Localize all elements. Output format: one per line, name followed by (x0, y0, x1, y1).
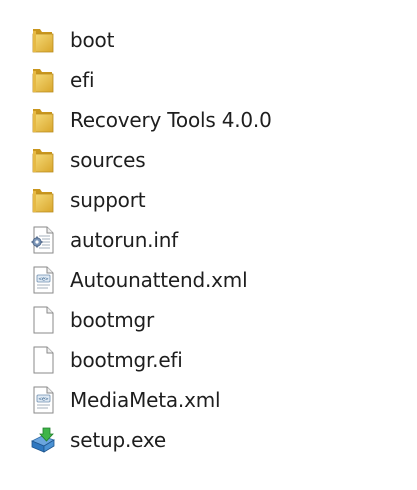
settings-file-icon (30, 225, 56, 255)
file-name: MediaMeta.xml (70, 388, 221, 412)
svg-text:<e>: <e> (39, 397, 50, 403)
file-item-autounattend-xml[interactable]: <e> Autounattend.xml (30, 260, 390, 300)
folder-icon (30, 65, 56, 95)
folder-icon (30, 105, 56, 135)
xml-file-icon: <e> (30, 265, 56, 295)
file-item-setup-exe[interactable]: setup.exe (30, 420, 390, 460)
file-name: sources (70, 148, 146, 172)
svg-text:<e>: <e> (39, 277, 50, 283)
file-name: Autounattend.xml (70, 268, 248, 292)
file-item-boot[interactable]: boot (30, 20, 390, 60)
file-item-autorun-inf[interactable]: autorun.inf (30, 220, 390, 260)
file-name: setup.exe (70, 428, 166, 452)
file-name: boot (70, 28, 115, 52)
xml-file-icon: <e> (30, 385, 56, 415)
file-item-bootmgr[interactable]: bootmgr (30, 300, 390, 340)
blank-file-icon (30, 345, 56, 375)
file-item-bootmgr-efi[interactable]: bootmgr.efi (30, 340, 390, 380)
file-name: efi (70, 68, 95, 92)
file-item-efi[interactable]: efi (30, 60, 390, 100)
file-name: bootmgr (70, 308, 155, 332)
folder-icon (30, 185, 56, 215)
file-name: bootmgr.efi (70, 348, 183, 372)
file-name: autorun.inf (70, 228, 179, 252)
file-name: support (70, 188, 146, 212)
file-item-mediameta-xml[interactable]: <e> MediaMeta.xml (30, 380, 390, 420)
file-list: boot efi Recovery Tools 4.0.0 sources su… (30, 20, 390, 460)
blank-file-icon (30, 305, 56, 335)
file-item-support[interactable]: support (30, 180, 390, 220)
setup-icon (30, 425, 56, 455)
folder-icon (30, 145, 56, 175)
file-item-recovery-tools-4-0-0[interactable]: Recovery Tools 4.0.0 (30, 100, 390, 140)
folder-icon (30, 25, 56, 55)
file-item-sources[interactable]: sources (30, 140, 390, 180)
file-name: Recovery Tools 4.0.0 (70, 108, 272, 132)
